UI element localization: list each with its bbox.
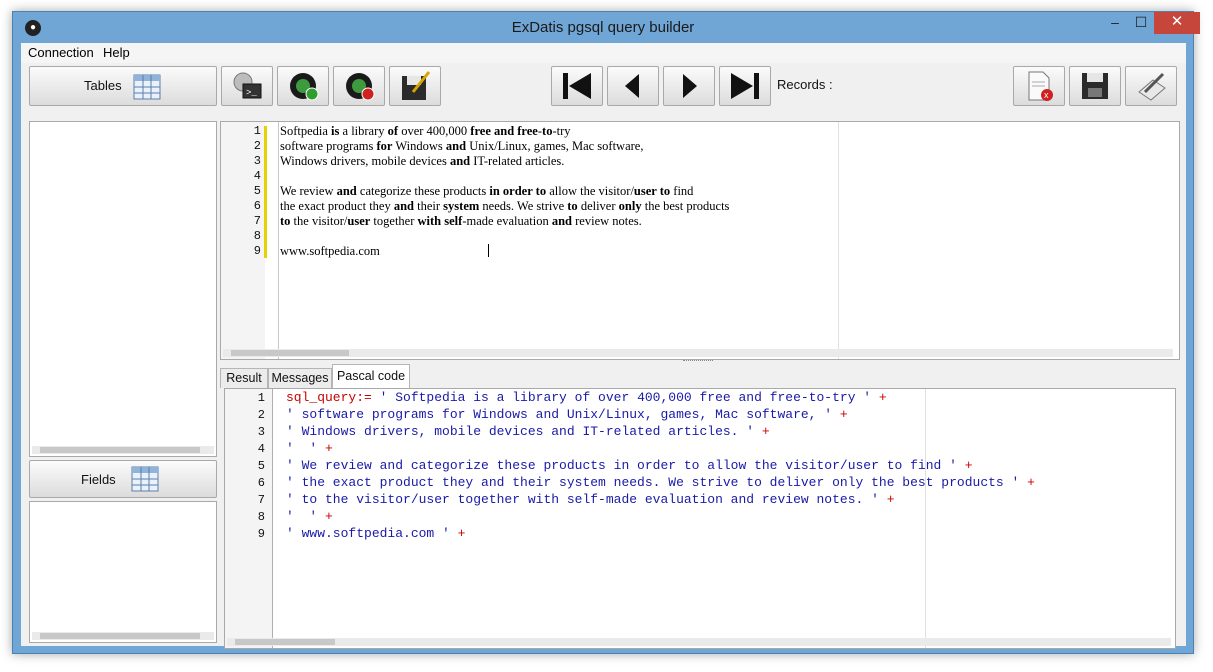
output-tabs: Result Messages Pascal code — [220, 364, 1178, 388]
tables-button[interactable]: Tables — [29, 66, 217, 106]
save-edit-icon — [402, 71, 431, 100]
modified-lines-marker — [264, 126, 267, 258]
previous-record-button[interactable] — [607, 66, 659, 106]
fields-list[interactable] — [29, 501, 217, 643]
disconnect-icon — [346, 73, 375, 101]
menu-bar: Connection Help — [21, 43, 1186, 63]
next-record-button[interactable] — [663, 66, 715, 106]
terminal-button[interactable]: >_ — [221, 66, 273, 106]
terminal-icon: >_ — [233, 72, 262, 99]
tables-label: Tables — [84, 78, 122, 93]
delete-document-button[interactable]: x — [1013, 66, 1065, 106]
connect-button[interactable] — [277, 66, 329, 106]
pascal-code-line: sql_query:= ' Softpedia is a library of … — [286, 390, 887, 405]
pascal-code-line: ' software programs for Windows and Unix… — [286, 407, 848, 422]
editor-line-number: 5 — [253, 184, 261, 198]
pascal-code-line: ' We review and categorize these product… — [286, 458, 973, 473]
sql-editor[interactable]: 1 Softpedia is a library of over 400,000 … — [220, 121, 1180, 360]
editor-line-number: 1 — [253, 124, 261, 138]
tables-list[interactable] — [29, 121, 217, 457]
edit-button[interactable] — [1125, 66, 1177, 106]
pascal-code-view[interactable]: 1 sql_query:= ' Softpedia is a library of… — [224, 388, 1176, 649]
pascal-code-line: ' the exact product they and their syste… — [286, 475, 1035, 490]
pascal-line-number: 4 — [257, 442, 265, 456]
tables-list-scrollbar[interactable] — [32, 446, 214, 454]
tab-pascal-code[interactable]: Pascal code — [332, 364, 410, 388]
first-record-icon — [563, 73, 591, 99]
pascal-line-number: 3 — [257, 425, 265, 439]
window-title: ExDatis pgsql query builder — [511, 19, 695, 36]
editor-code-line: to the visitor/user together with self-m… — [280, 214, 642, 228]
menu-help[interactable]: Help — [103, 45, 130, 60]
app-window: ● ExDatis pgsql query builder – ☐ ✕ Conn… — [12, 11, 1200, 654]
pascal-line-number: 7 — [257, 493, 265, 507]
editor-horizontal-scrollbar[interactable] — [223, 349, 1173, 357]
floppy-save-icon — [1082, 73, 1108, 99]
editor-code-line: www.softpedia.com — [280, 244, 380, 258]
editor-line-number: 8 — [253, 229, 261, 243]
pascal-right-margin-line — [925, 389, 926, 648]
save-button[interactable] — [1069, 66, 1121, 106]
disconnect-button[interactable] — [333, 66, 385, 106]
first-record-button[interactable] — [551, 66, 603, 106]
editor-line-number: 9 — [253, 244, 261, 258]
connect-icon — [290, 73, 319, 101]
fields-label: Fields — [81, 472, 116, 487]
save-edit-button[interactable] — [389, 66, 441, 106]
last-record-icon — [731, 73, 759, 99]
previous-record-icon — [625, 74, 639, 98]
pascal-code-line: ' ' + — [286, 509, 333, 524]
records-label: Records : — [777, 77, 833, 92]
pascal-code-line: ' to the visitor/user together with self… — [286, 492, 895, 507]
editor-line-number: 2 — [253, 139, 261, 153]
editor-code-line: Windows drivers, mobile devices and IT-r… — [280, 154, 565, 168]
close-button[interactable]: ✕ — [1154, 12, 1200, 34]
tab-messages[interactable]: Messages — [268, 368, 332, 388]
fields-grid-icon — [131, 466, 159, 492]
editor-code-line: We review and categorize these products … — [280, 184, 694, 198]
editor-code-line: software programs for Windows and Unix/L… — [280, 139, 644, 153]
minimize-button[interactable]: – — [1102, 12, 1128, 34]
editor-code-line: the exact product they and their system … — [280, 199, 730, 213]
pascal-line-number: 9 — [257, 527, 265, 541]
toolbar: Tables >_ Records: x — [21, 64, 1186, 110]
editor-code-line: Softpedia is a library of over 400,000 f… — [280, 124, 571, 138]
delete-document-icon: x — [1028, 71, 1053, 101]
last-record-button[interactable] — [719, 66, 771, 106]
text-caret — [488, 244, 489, 257]
maximize-button[interactable]: ☐ — [1128, 12, 1154, 34]
title-bar: ● ExDatis pgsql query builder – ☐ ✕ — [13, 12, 1200, 44]
right-margin-line — [838, 122, 839, 359]
tab-result[interactable]: Result — [220, 368, 268, 388]
editor-line-number: 7 — [253, 214, 261, 228]
svg-text:>_: >_ — [246, 88, 257, 98]
menu-connection[interactable]: Connection — [28, 45, 94, 60]
next-record-icon — [683, 74, 697, 98]
pascal-line-number: 2 — [257, 408, 265, 422]
table-grid-icon — [133, 74, 161, 100]
notepad-pencil-icon — [1138, 72, 1166, 101]
editor-line-number: 6 — [253, 199, 261, 213]
fields-button[interactable]: Fields — [29, 460, 217, 498]
svg-text:x: x — [1044, 90, 1049, 100]
editor-line-number: 4 — [253, 169, 261, 183]
pascal-code-line: ' www.softpedia.com ' + — [286, 526, 466, 541]
editor-line-number: 3 — [253, 154, 261, 168]
pascal-code-line: ' Windows drivers, mobile devices and IT… — [286, 424, 770, 439]
pascal-horizontal-scrollbar[interactable] — [227, 638, 1171, 646]
pascal-line-number: 8 — [257, 510, 265, 524]
client-area: Connection Help Tables >_ Records: x Fi… — [21, 43, 1186, 649]
pascal-line-number: 1 — [257, 391, 265, 405]
pascal-line-number: 5 — [257, 459, 265, 473]
fields-list-scrollbar[interactable] — [32, 632, 214, 640]
pascal-code-line: ' ' + — [286, 441, 333, 456]
pascal-line-number: 6 — [257, 476, 265, 490]
